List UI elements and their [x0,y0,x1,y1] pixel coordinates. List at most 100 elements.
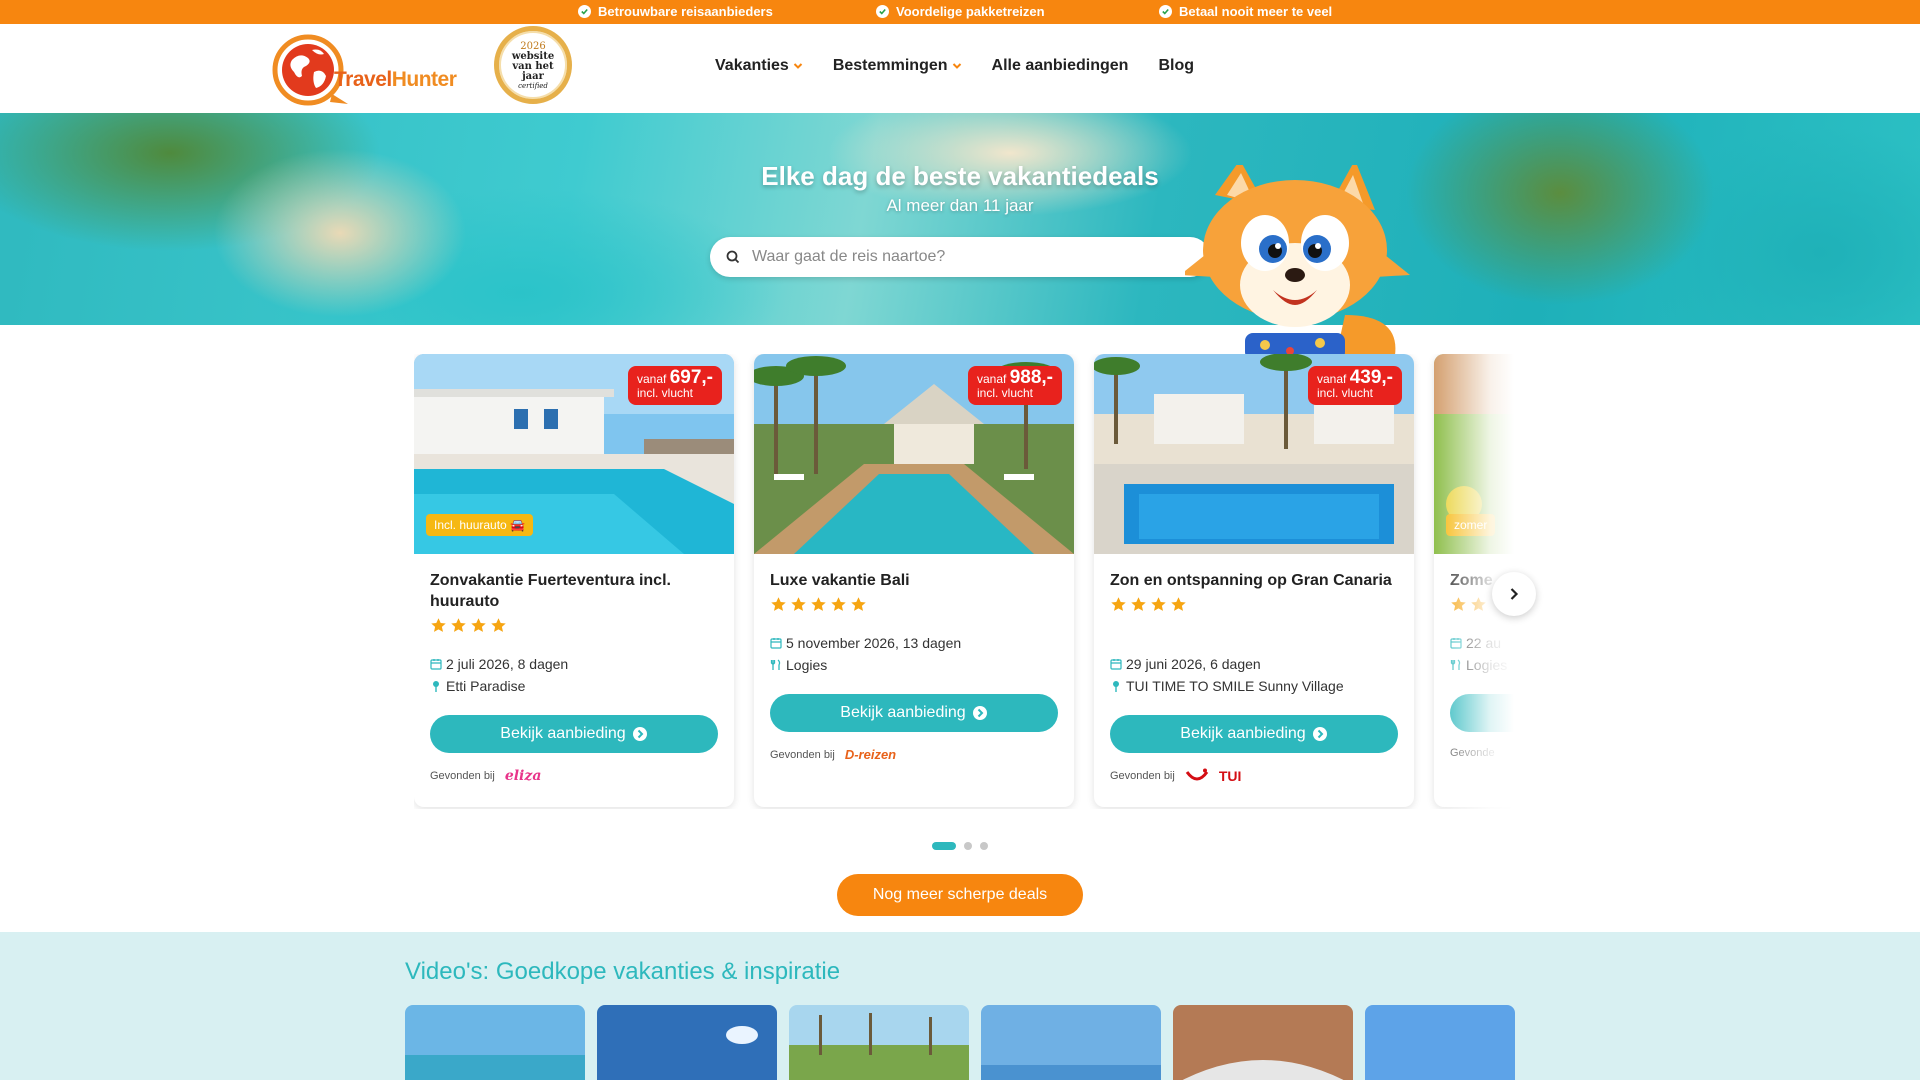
travelhunter-logo[interactable]: TravelHunter [272,32,462,106]
view-deal-button[interactable]: Bekijk aanbieding [770,694,1058,732]
nav-label: Blog [1158,57,1194,74]
videos-section: Video's: Goedkope vakanties & inspiratie [0,932,1920,1080]
deal-card[interactable]: vanaf 697,- incl. vlucht Incl. huurauto … [414,354,734,807]
arrow-circle-right-icon [972,706,987,720]
star-icon [791,597,806,611]
price-amount: 697,- [669,367,713,388]
calendar-icon [430,659,442,670]
usp-text: Betaal nooit meer te veel [1179,4,1333,19]
partner-logo-tui: TUI [1218,768,1242,784]
deal-tag: Incl. huurauto 🚘 [426,514,533,536]
deal-location: Etti Paradise [430,675,568,697]
deal-date: 2 juli 2026, 8 dagen [430,653,568,675]
star-icon [431,618,446,632]
price-amount: 439,- [1349,367,1393,388]
video-thumbnail[interactable] [1173,1005,1353,1080]
deal-date: 5 november 2026, 13 dagen [770,632,961,654]
star-rating [1110,596,1398,613]
star-icon [491,618,506,632]
view-deal-button[interactable] [1450,694,1514,732]
star-icon [1451,597,1466,611]
star-icon [771,597,786,611]
video-thumbnail[interactable] [405,1005,585,1080]
badge-year: 2026 [520,40,546,52]
nav-blog[interactable]: Blog [1158,57,1194,75]
deal-info: 22 au Logies [1450,632,1507,676]
search-icon [726,250,740,264]
deal-title[interactable]: Zonvakantie Fuerteventura incl. huurauto [430,570,718,634]
carousel-dot[interactable] [964,842,972,850]
search-input[interactable] [752,248,1172,266]
arrow-circle-right-icon [632,727,647,741]
partner-logo-eliza: eliza [504,768,542,784]
star-icon [811,597,826,611]
price-badge: vanaf 697,- incl. vlucht [627,366,722,405]
star-icon [831,597,846,611]
chevron-right-icon [1510,588,1519,600]
nav-alle-aanbiedingen[interactable]: Alle aanbiedingen [992,57,1129,75]
deal-date: 29 juni 2026, 6 dagen [1110,653,1344,675]
deal-title[interactable]: Zon en ontspanning op Gran Canaria [1110,570,1398,613]
carousel-dot[interactable] [932,842,956,850]
search-bar[interactable] [710,237,1210,277]
carousel-next-button[interactable] [1492,572,1536,616]
star-icon [1171,597,1186,611]
price-note: incl. vlucht [636,386,694,400]
deal-board: Logies [770,654,961,676]
calendar-icon [770,638,782,649]
usp-text: Betrouwbare reisaanbieders [598,4,773,19]
cutlery-icon [770,659,781,670]
usp-item: Voordelige pakketreizen [876,4,1045,19]
nav-label: Alle aanbiedingen [991,57,1129,74]
arrow-circle-right-icon [1312,727,1327,741]
video-thumbnail[interactable] [1365,1005,1515,1080]
fox-mascot-illustration [1185,165,1410,360]
star-icon [471,618,486,632]
price-badge: vanaf 439,- incl. vlucht [1307,366,1402,405]
found-at: Gevonde [1450,747,1495,759]
chevron-down-icon [793,63,803,69]
nav-bestemmingen[interactable]: Bestemmingen [833,57,962,75]
star-rating [430,617,718,634]
star-icon [1151,597,1166,611]
calendar-icon [1110,659,1122,670]
calendar-icon [1450,638,1462,649]
price-note: incl. vlucht [976,386,1034,400]
deal-board: Logies [1450,654,1507,676]
video-thumbnail[interactable] [597,1005,777,1080]
chevron-down-icon [952,63,961,69]
video-thumbnail[interactable] [981,1005,1161,1080]
tui-smile-logo [1185,768,1209,781]
badge-text: website van het jaar [511,50,555,82]
price-note: incl. vlucht [1316,386,1374,400]
hero-title: Elke dag de beste vakantiedeals [761,161,1159,191]
cutlery-icon [1450,659,1461,670]
deal-card[interactable]: vanaf 988,- incl. vlucht Luxe vakantie B… [754,354,1074,807]
main-nav: Vakanties Bestemmingen Alle aanbiedingen… [715,57,1194,75]
found-at: Gevonden bij eliza [430,768,542,784]
star-icon [851,597,866,611]
nav-vakanties[interactable]: Vakanties [715,57,803,75]
more-deals-button[interactable]: Nog meer scherpe deals [837,874,1083,916]
website-van-het-jaar-badge: 2026 website van het jaar certified [494,26,572,104]
star-icon [451,618,466,632]
nav-label: Vakanties [715,57,789,74]
check-icon [578,5,591,18]
usp-bar: Betrouwbare reisaanbieders Voordelige pa… [0,0,1920,24]
price-badge: vanaf 988,- incl. vlucht [967,366,1062,405]
view-deal-button[interactable]: Bekijk aanbieding [1110,715,1398,753]
found-at: Gevonden bij TUI [1110,768,1242,784]
check-icon [1159,5,1172,18]
logo-wordmark: TravelHunter [334,68,457,91]
usp-item: Betrouwbare reisaanbieders [578,4,773,19]
deals-carousel: vanaf 697,- incl. vlucht Incl. huurauto … [414,354,1514,809]
carousel-pagination [932,842,988,850]
deal-info: 29 juni 2026, 6 dagen TUI TIME TO SMILE … [1110,653,1344,697]
deal-info: 2 juli 2026, 8 dagen Etti Paradise [430,653,568,697]
video-thumbnail[interactable] [789,1005,969,1080]
deal-title[interactable]: Luxe vakantie Bali [770,570,1058,613]
view-deal-button[interactable]: Bekijk aanbieding [430,715,718,753]
carousel-dot[interactable] [980,842,988,850]
deal-date: 22 au [1450,632,1507,654]
deal-card[interactable]: vanaf 439,- incl. vlucht Zon en ontspann… [1094,354,1414,807]
